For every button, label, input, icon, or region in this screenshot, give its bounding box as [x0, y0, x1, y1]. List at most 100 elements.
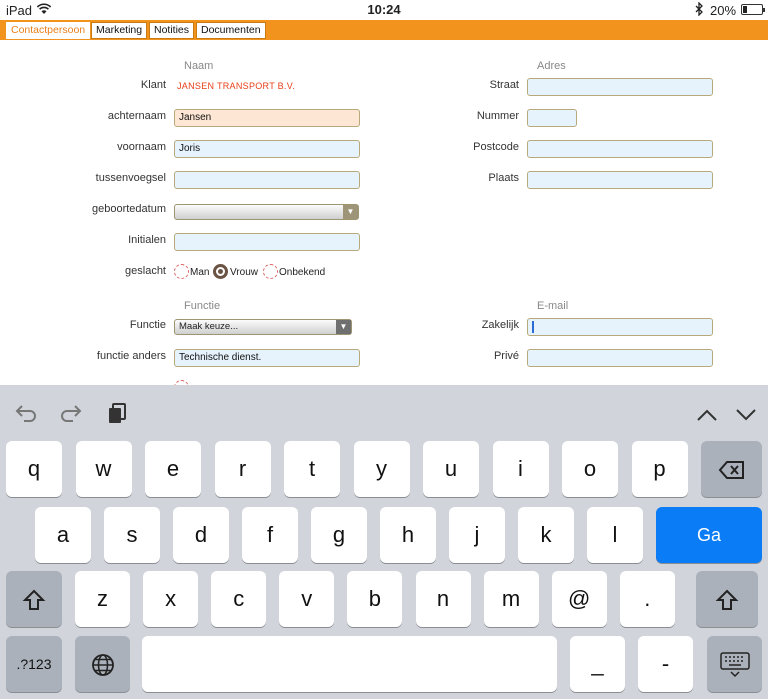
functie-heading: Functie	[184, 300, 221, 312]
postcode-field[interactable]	[527, 140, 713, 158]
tab-documenten[interactable]: Documenten	[196, 22, 266, 39]
tab-notities[interactable]: Notities	[149, 22, 195, 39]
radio-vrouw-label: Vrouw	[230, 267, 258, 278]
prive-email-field[interactable]	[527, 349, 713, 367]
tussenvoegsel-field[interactable]	[174, 171, 360, 189]
zakelijk-label: Zakelijk	[481, 319, 519, 331]
contact-form: Naam Klant JANSEN TRANSPORT B.V. achtern…	[0, 40, 768, 385]
dash-key[interactable]: -	[638, 636, 693, 692]
battery-percent: 20%	[710, 3, 737, 18]
key-a[interactable]: a	[35, 507, 91, 563]
achternaam-label: achternaam	[107, 110, 166, 122]
key-n[interactable]: n	[415, 571, 471, 627]
radio-man[interactable]	[174, 264, 189, 279]
key-k[interactable]: k	[518, 507, 574, 563]
key-m[interactable]: m	[483, 571, 539, 627]
redo-icon[interactable]	[59, 403, 83, 429]
backspace-key[interactable]	[701, 441, 762, 497]
key-j[interactable]: j	[449, 507, 505, 563]
key-t[interactable]: t	[284, 441, 340, 497]
plaats-label: Plaats	[488, 172, 519, 184]
clock: 10:24	[367, 2, 401, 17]
key-h[interactable]: h	[380, 507, 436, 563]
globe-icon	[91, 651, 115, 677]
key-i[interactable]: i	[492, 441, 549, 497]
tab-marketing[interactable]: Marketing	[91, 22, 148, 39]
nummer-label: Nummer	[476, 110, 519, 122]
straat-field[interactable]	[527, 78, 713, 96]
initialen-label: Initialen	[128, 234, 166, 246]
backspace-icon	[718, 456, 746, 481]
chevron-down-icon[interactable]	[735, 405, 757, 428]
key-e[interactable]: e	[145, 441, 201, 497]
underscore-key[interactable]: _	[570, 636, 625, 692]
go-key[interactable]: Ga	[656, 507, 762, 563]
text-cursor	[532, 321, 534, 333]
geboortedatum-select[interactable]: ▼	[174, 204, 359, 220]
nummer-field[interactable]	[527, 109, 577, 127]
email-heading: E-mail	[537, 300, 569, 312]
numbers-key[interactable]: .?123	[6, 636, 62, 692]
chevron-down-icon: ▼	[343, 205, 358, 219]
key-w[interactable]: w	[75, 441, 132, 497]
functie-label: Functie	[129, 319, 166, 331]
key-q[interactable]: q	[6, 441, 62, 497]
shift-key-right[interactable]	[696, 571, 758, 627]
shift-icon	[22, 586, 46, 611]
tab-contactpersoon[interactable]: Contactpersoon	[6, 22, 91, 39]
geboortedatum-label: geboortedatum	[92, 203, 166, 215]
functie-anders-field[interactable]: Technische dienst.	[174, 349, 360, 367]
voornaam-field[interactable]: Joris	[174, 140, 360, 158]
key-y[interactable]: y	[353, 441, 410, 497]
radio-onbekend[interactable]	[263, 264, 278, 279]
achternaam-field[interactable]: Jansen	[174, 109, 360, 127]
klant-label: Klant	[140, 79, 166, 91]
chevron-up-icon[interactable]	[696, 405, 718, 428]
tussenvoegsel-label: tussenvoegsel	[95, 172, 166, 184]
naam-heading: Naam	[184, 60, 214, 72]
functie-select[interactable]: Maak keuze... ▼	[174, 319, 352, 335]
key-c[interactable]: c	[211, 571, 267, 627]
prive-label: Privé	[493, 350, 519, 362]
status-bar: iPad 10:24 20%	[0, 0, 768, 20]
initialen-field[interactable]	[174, 233, 360, 251]
tab-bar: Contactpersoon Marketing Notities Docume…	[0, 20, 768, 40]
key-l[interactable]: l	[587, 507, 643, 563]
plaats-field[interactable]	[527, 171, 713, 189]
key-r[interactable]: r	[214, 441, 271, 497]
shift-key-left[interactable]	[6, 571, 62, 627]
space-bar[interactable]	[142, 636, 557, 692]
postcode-label: Postcode	[473, 141, 519, 153]
functie-select-value: Maak keuze...	[179, 321, 239, 332]
battery-icon	[741, 4, 765, 15]
bluetooth-icon	[694, 1, 704, 19]
key-x[interactable]: x	[143, 571, 199, 627]
key-period[interactable]: .	[619, 571, 675, 627]
key-o[interactable]: o	[562, 441, 618, 497]
straat-label: Straat	[489, 79, 519, 91]
key-p[interactable]: p	[631, 441, 688, 497]
chevron-down-icon: ▼	[336, 320, 351, 334]
zakelijk-email-field[interactable]	[527, 318, 713, 336]
dismiss-keyboard-key[interactable]	[707, 636, 762, 692]
radio-man-label: Man	[190, 267, 210, 278]
klant-value: JANSEN TRANSPORT B.V.	[177, 81, 296, 91]
key-f[interactable]: f	[242, 507, 298, 563]
on-screen-keyboard: qwertyuiop asdfghjkl Ga z x c v b n m @. .?123 …	[0, 385, 768, 699]
key-d[interactable]: d	[173, 507, 229, 563]
functie-anders-label: functie anders	[96, 350, 166, 362]
key-b[interactable]: b	[347, 571, 403, 627]
radio-vrouw[interactable]	[213, 264, 228, 279]
geslacht-label: geslacht	[125, 265, 166, 277]
key-v[interactable]: v	[279, 571, 335, 627]
key-u[interactable]: u	[423, 441, 479, 497]
key-at[interactable]: @	[551, 571, 607, 627]
globe-key[interactable]	[75, 636, 130, 692]
voornaam-label: voornaam	[117, 141, 166, 153]
undo-icon[interactable]	[14, 403, 38, 429]
key-g[interactable]: g	[311, 507, 367, 563]
key-s[interactable]: s	[104, 507, 160, 563]
key-z[interactable]: z	[75, 571, 130, 627]
paste-icon[interactable]	[107, 402, 129, 430]
keyboard-dismiss-icon	[719, 651, 750, 678]
